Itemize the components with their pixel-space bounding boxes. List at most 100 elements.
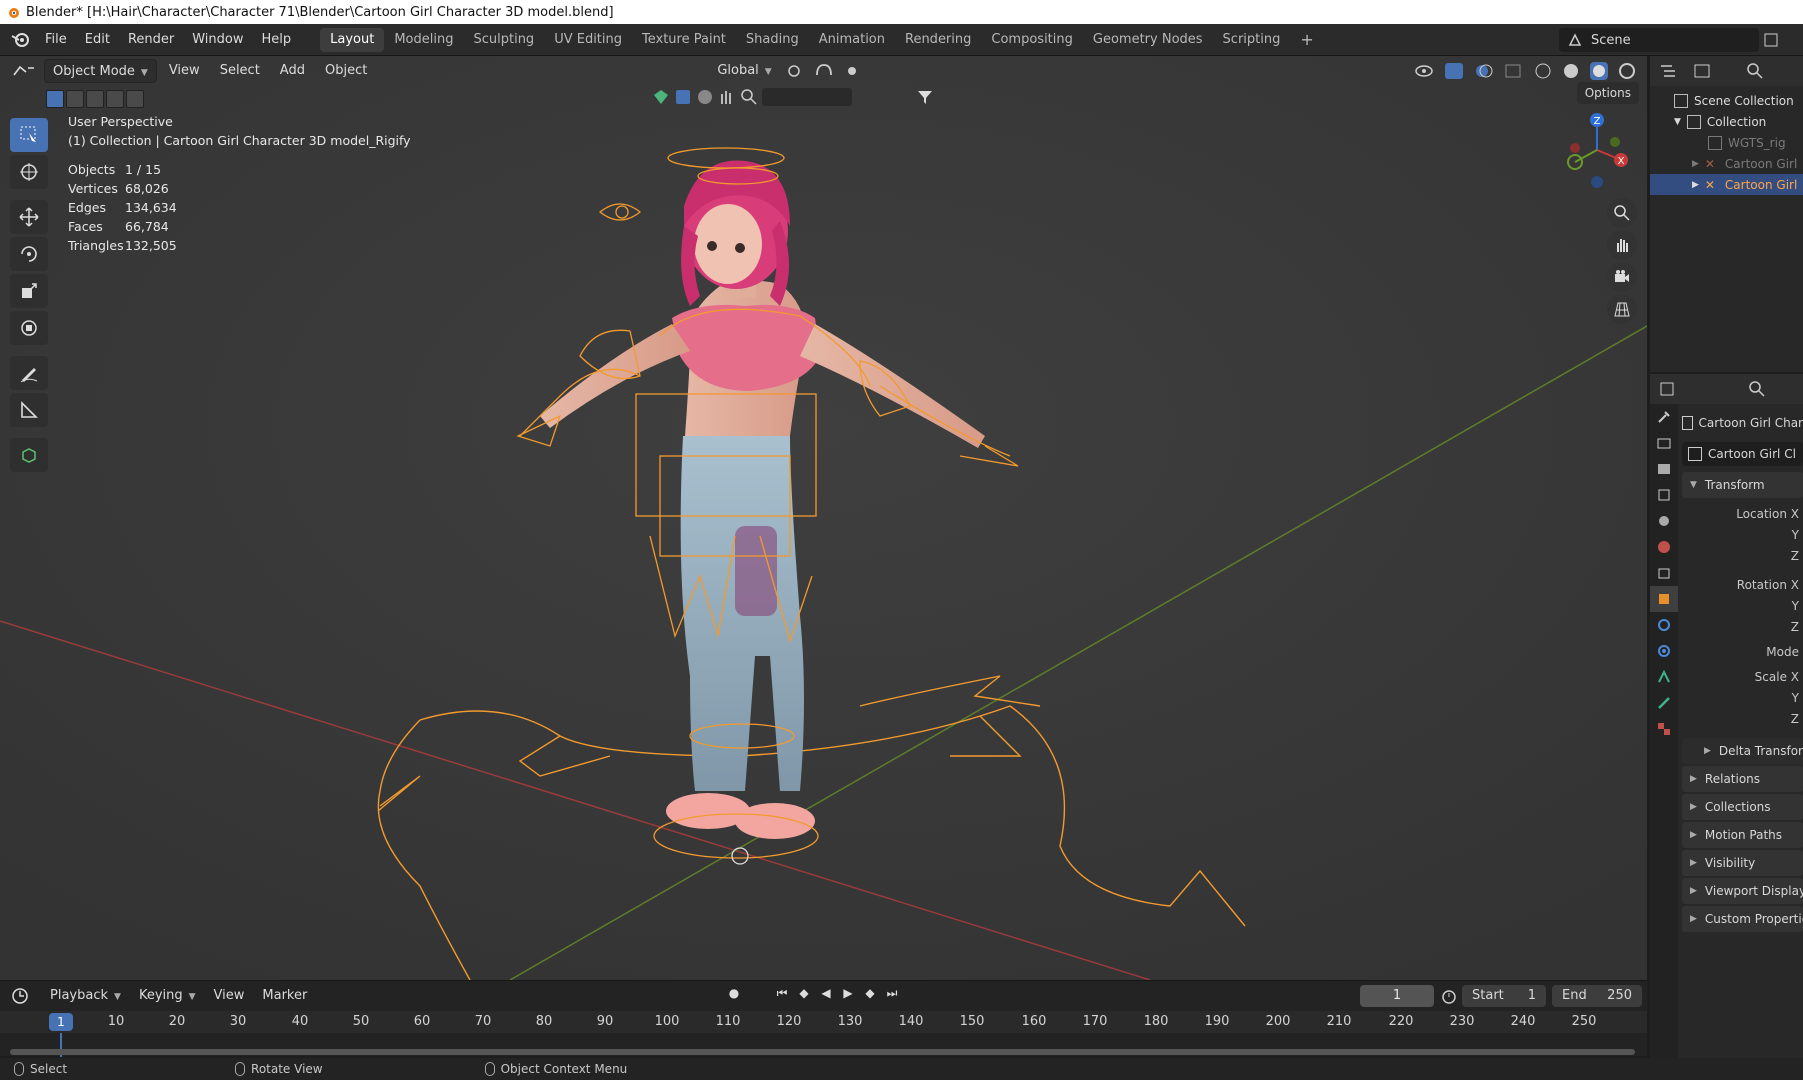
overlays-icon[interactable] [1473,61,1495,81]
tab-shading[interactable]: Shading [736,28,809,52]
filter-funnel-icon[interactable] [916,88,934,106]
expand-arrow-icon[interactable]: ▶ [1692,159,1699,169]
blender-menu-icon[interactable] [6,30,36,50]
scene-filter-icon[interactable] [652,88,670,106]
snap-icon[interactable] [812,61,836,81]
measure-tool-icon[interactable] [10,393,48,427]
gizmo-toggle-icon[interactable] [1443,61,1465,81]
visibility-panel-header[interactable]: ▶ Visibility [1682,850,1803,876]
expand-arrow-icon[interactable]: ▶ [1692,180,1699,190]
search-icon[interactable] [1748,380,1766,398]
scene-tab-icon[interactable] [1650,508,1678,534]
menu-edit[interactable]: Edit [76,28,119,52]
ortho-grid-icon[interactable] [1607,294,1637,324]
tool-tab-icon[interactable] [1650,404,1678,430]
tab-sculpting[interactable]: Sculpting [463,28,544,52]
viewport-menu-add[interactable]: Add [272,59,313,83]
collection-tab-icon[interactable] [1650,560,1678,586]
marker-menu[interactable]: Marker [254,984,315,1008]
frame-ruler[interactable]: 1 10 20 30 40 50 60 70 80 90 100 110 120… [0,1011,1647,1033]
add-cube-tool-icon[interactable] [10,438,48,472]
output-tab-icon[interactable] [1650,456,1678,482]
outliner-item-scene-collection[interactable]: Scene Collection [1650,90,1803,111]
custom-properties-panel-header[interactable]: ▶ Custom Properties [1682,906,1803,932]
texture-tab-icon[interactable] [1650,716,1678,742]
tab-geometry-nodes[interactable]: Geometry Nodes [1083,28,1213,52]
scene-selector[interactable]: Scene [1559,28,1759,52]
tab-texture-paint[interactable]: Texture Paint [632,28,736,52]
outliner-item-wgts-rig[interactable]: WGTS_rig [1650,132,1803,153]
tab-layout[interactable]: Layout [320,27,385,52]
new-scene-icon[interactable] [1763,32,1779,48]
search-icon[interactable] [740,88,758,106]
transform-tool-icon[interactable] [10,311,48,345]
jump-end-icon[interactable]: ⏭ [884,985,900,1001]
object-data-tab-icon[interactable] [1650,664,1678,690]
view-layer-tab-icon[interactable] [1650,482,1678,508]
menu-file[interactable]: File [36,28,76,52]
viewport-menu-view[interactable]: View [161,59,208,83]
cursor-tool-icon[interactable] [10,155,48,189]
select-box-mode-icon[interactable] [46,90,64,108]
viewport-menu-object[interactable]: Object [317,59,375,83]
viewport-display-panel-header[interactable]: ▶ Viewport Display [1682,878,1803,904]
rendered-shading-icon[interactable] [1617,61,1637,81]
prev-keyframe-icon[interactable]: ◆ [796,985,812,1001]
tab-scripting[interactable]: Scripting [1213,28,1291,52]
playback-menu[interactable]: Playback ▼ [42,984,129,1008]
mode-dropdown[interactable]: Object Mode ▼ [44,59,157,83]
properties-editor-icon[interactable] [1658,380,1682,398]
bone-tab-icon[interactable] [1650,690,1678,716]
next-keyframe-icon[interactable]: ◆ [862,985,878,1001]
tab-modeling[interactable]: Modeling [384,28,463,52]
add-workspace-icon[interactable]: + [1290,28,1323,52]
menu-window[interactable]: Window [183,28,252,52]
xray-icon[interactable] [1503,61,1525,81]
zoom-icon[interactable] [1607,198,1637,228]
expand-arrow-icon[interactable]: ▼ [1674,117,1681,127]
play-icon[interactable]: ▶ [840,985,856,1001]
jump-start-icon[interactable]: ⏮ [774,985,790,1001]
record-icon[interactable]: ● [726,985,742,1001]
tab-compositing[interactable]: Compositing [981,28,1083,52]
material-shading-icon[interactable] [1589,61,1609,81]
camera-view-icon[interactable] [1607,262,1637,292]
outliner-item-cartoon-girl-1[interactable]: ▶ ✕ Cartoon Girl [1650,153,1803,174]
modifier-tab-icon[interactable] [1650,612,1678,638]
navigation-gizmo-icon[interactable]: Z X [1559,112,1635,188]
annotate-tool-icon[interactable] [10,356,48,390]
timeline-scrollbar[interactable] [10,1049,1635,1055]
viewport-search-input[interactable] [762,88,852,106]
current-frame-indicator[interactable]: 1 [49,1013,73,1031]
wireframe-shading-icon[interactable] [1533,61,1553,81]
rotate-tool-icon[interactable] [10,237,48,271]
hand-filter-icon[interactable] [718,88,736,106]
solid-shading-icon[interactable] [1561,61,1581,81]
menu-render[interactable]: Render [119,28,183,52]
collections-panel-header[interactable]: ▶ Collections [1682,794,1803,820]
display-mode-icon[interactable] [1692,62,1716,80]
select-difference-mode-icon[interactable] [106,90,124,108]
3d-viewport[interactable]: Object Mode ▼ View Select Add Object Glob… [0,56,1647,980]
world-tab-icon[interactable] [1650,534,1678,560]
stopwatch-icon[interactable] [1440,987,1458,1005]
object-filter-icon[interactable] [674,88,692,106]
render-tab-icon[interactable] [1650,430,1678,456]
transform-panel-header[interactable]: ▼ Transform [1682,472,1803,498]
select-subtract-mode-icon[interactable] [86,90,104,108]
end-frame-field[interactable]: End 250 [1552,985,1642,1007]
menu-help[interactable]: Help [253,28,301,52]
pan-hand-icon[interactable] [1607,230,1637,260]
outliner-editor-icon[interactable] [1658,62,1682,80]
proportional-edit-icon[interactable] [840,61,864,81]
select-box-tool-icon[interactable] [10,118,48,152]
orientation-dropdown[interactable]: Global ▼ [709,59,779,83]
timeline-editor-type-icon[interactable] [10,985,40,1007]
object-name-field[interactable]: Cartoon Girl Cl [1682,442,1803,466]
move-tool-icon[interactable] [10,200,48,234]
options-dropdown[interactable]: Options [1576,82,1639,104]
object-tab-icon[interactable] [1650,586,1678,612]
outliner-item-collection[interactable]: ▼ Collection [1650,111,1803,132]
tab-uv-editing[interactable]: UV Editing [544,28,632,52]
delta-transform-header[interactable]: ▶ Delta Transform [1682,738,1803,764]
